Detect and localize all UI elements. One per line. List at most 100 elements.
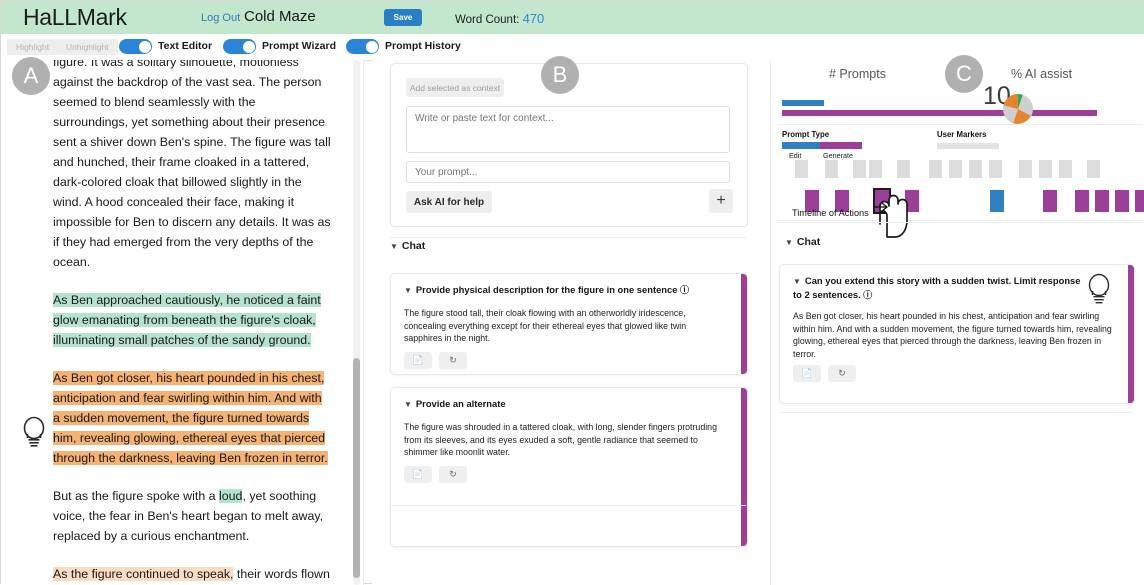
wizard-response-card[interactable]: ▼ Provide an alternate The figure was shr… (390, 387, 748, 547)
timeline-prompt-bar[interactable] (1095, 190, 1109, 212)
prompt-input[interactable] (406, 161, 730, 183)
wizard-response-card[interactable]: ▼ Provide physical description for the fi… (390, 273, 748, 375)
logout-link[interactable]: Log Out (201, 12, 240, 24)
save-button[interactable]: Save (384, 9, 422, 26)
chevron-down-icon[interactable]: ▼ (404, 398, 412, 411)
chevron-down-icon: ▼ (390, 242, 398, 251)
timeline-prompt-bar[interactable] (990, 190, 1004, 212)
wizard-card-title-text: Provide physical description for the fig… (415, 284, 678, 295)
story-highlight-run: As Ben got closer, his heart pounded in … (53, 371, 328, 465)
user-markers-legend-label: User Markers (937, 130, 987, 139)
timeline-user-marker[interactable] (989, 160, 1002, 178)
story-paragraph[interactable]: figure. It was a solitary silhouette, mo… (53, 60, 331, 272)
refresh-button[interactable]: ↻ (439, 352, 467, 369)
toggle-prompt-wizard-label: Prompt Wizard (262, 40, 336, 52)
info-icon[interactable]: ⓘ (677, 285, 689, 295)
document-title: Cold Maze (244, 8, 316, 25)
editor-scrollbar[interactable] (353, 60, 360, 585)
copy-button[interactable]: 📄 (793, 365, 821, 382)
story-highlight-run: loud (219, 489, 243, 503)
timeline-user-marker[interactable] (1019, 160, 1032, 178)
story-text-run: figure. It was a solitary silhouette, mo… (53, 60, 331, 269)
context-textarea[interactable] (406, 106, 730, 153)
wizard-chat-section-header[interactable]: ▼ Chat (390, 240, 425, 252)
chevron-down-icon[interactable]: ▼ (404, 284, 412, 297)
annotation-badge-b: B (541, 56, 579, 94)
app-header: HaLLMark Log Out Cold Maze Save Word Cou… (1, 1, 1144, 35)
toggle-text-editor[interactable] (119, 39, 152, 54)
refresh-button[interactable]: ↻ (828, 365, 856, 382)
scrollbar-thumb[interactable] (353, 358, 360, 578)
story-paragraph[interactable]: As Ben approached cautiously, he noticed… (53, 290, 331, 350)
prompt-type-legend-label: Prompt Type (782, 130, 830, 139)
timeline-user-marker[interactable] (1087, 160, 1100, 178)
timeline-prompt-bar[interactable] (1115, 190, 1129, 212)
history-card-title-text: Can you extend this story with a sudden … (793, 275, 1081, 300)
copy-button[interactable]: 📄 (404, 352, 432, 369)
timeline-user-marker[interactable] (929, 160, 942, 178)
timeline-user-marker[interactable] (949, 160, 962, 178)
toggle-prompt-history-label: Prompt History (385, 40, 461, 52)
history-chat-section-header[interactable]: ▼ Chat (785, 236, 820, 248)
ask-ai-for-help-button[interactable]: Ask AI for help (406, 191, 492, 213)
story-paragraph[interactable]: But as the figure spoke with a loud, yet… (53, 486, 331, 546)
prompts-metric-label: # Prompts (829, 67, 886, 81)
timeline-prompt-bar[interactable] (1135, 190, 1144, 212)
edit-total-bar (782, 100, 824, 106)
timeline-prompt-bar[interactable] (1075, 190, 1089, 212)
prompt-history-panel: # Prompts 10 % AI assist Prompt Type Edi… (771, 60, 1144, 585)
user-markers-swatch (937, 143, 999, 149)
wizard-card-body: The figure was shrouded in a tattered cl… (404, 422, 717, 458)
copy-button[interactable]: 📄 (404, 466, 432, 483)
refresh-button[interactable]: ↻ (439, 466, 467, 483)
timeline-prompt-bar[interactable] (1043, 190, 1057, 212)
timeline-user-marker[interactable] (1059, 160, 1072, 178)
card-accent-bar (1128, 265, 1134, 403)
timeline-of-actions[interactable] (787, 160, 1144, 215)
wizard-card-title-text: Provide an alternate (415, 398, 506, 409)
chevron-down-icon: ▼ (785, 238, 793, 247)
timeline-user-marker[interactable] (1039, 160, 1052, 178)
story-highlight-run: As the figure continued to speak, (53, 567, 234, 581)
timeline-user-marker[interactable] (853, 160, 866, 178)
app-logo: HaLLMark (23, 4, 127, 30)
card-accent-bar (741, 274, 747, 374)
legend-generate-swatch (820, 142, 862, 149)
ai-assist-pie-chart (1003, 93, 1033, 124)
timeline-user-marker[interactable] (897, 160, 910, 178)
annotation-badge-c: C (945, 55, 983, 93)
highlight-button[interactable]: Highlight (7, 39, 59, 55)
history-chat-section-label: Chat (796, 236, 821, 248)
wizard-chat-section-label: Chat (401, 240, 426, 252)
history-response-card[interactable]: ▼ Can you extend this story with a sudden… (779, 264, 1135, 404)
toggle-prompt-history[interactable] (346, 39, 379, 54)
legend-generate-label: Generate (823, 151, 853, 160)
timeline-user-marker[interactable] (969, 160, 982, 178)
lightbulb-icon[interactable] (1086, 273, 1112, 306)
lightbulb-icon[interactable] (21, 416, 47, 449)
add-prompt-button[interactable]: + (709, 189, 733, 213)
arrow-icon (873, 202, 889, 212)
history-card-body: As Ben got closer, his heart pounded in … (793, 311, 1112, 359)
word-count-label: Word Count: (455, 14, 520, 26)
add-selected-as-context-button[interactable]: Add selected as context (406, 78, 504, 97)
chevron-down-icon[interactable]: ▼ (793, 275, 801, 288)
story-highlight-run: As Ben approached cautiously, he noticed… (53, 293, 321, 347)
legend-edit-swatch (782, 142, 820, 149)
timeline-user-marker[interactable] (795, 160, 808, 178)
word-count-value: 470 (522, 11, 545, 26)
generate-total-bar (782, 110, 1097, 116)
info-icon[interactable]: ⓘ (861, 290, 872, 300)
toggle-prompt-wizard[interactable] (223, 39, 256, 54)
unhighlight-button[interactable]: Unhighlight (57, 39, 118, 55)
text-editor-panel[interactable]: figure. It was a solitary silhouette, mo… (1, 60, 364, 585)
story-paragraph[interactable]: As the figure continued to speak, their … (53, 564, 331, 585)
card-accent-bar (741, 388, 747, 546)
story-text[interactable]: figure. It was a solitary silhouette, mo… (53, 60, 331, 585)
word-count: Word Count: 470 (455, 11, 544, 26)
history-card-title: ▼ Can you extend this story with a sudden… (793, 274, 1088, 302)
wizard-card-title: ▼ Provide an alternate (404, 397, 725, 411)
story-paragraph[interactable]: As Ben got closer, his heart pounded in … (53, 368, 331, 468)
timeline-user-marker[interactable] (825, 160, 838, 178)
timeline-user-marker[interactable] (869, 160, 882, 178)
